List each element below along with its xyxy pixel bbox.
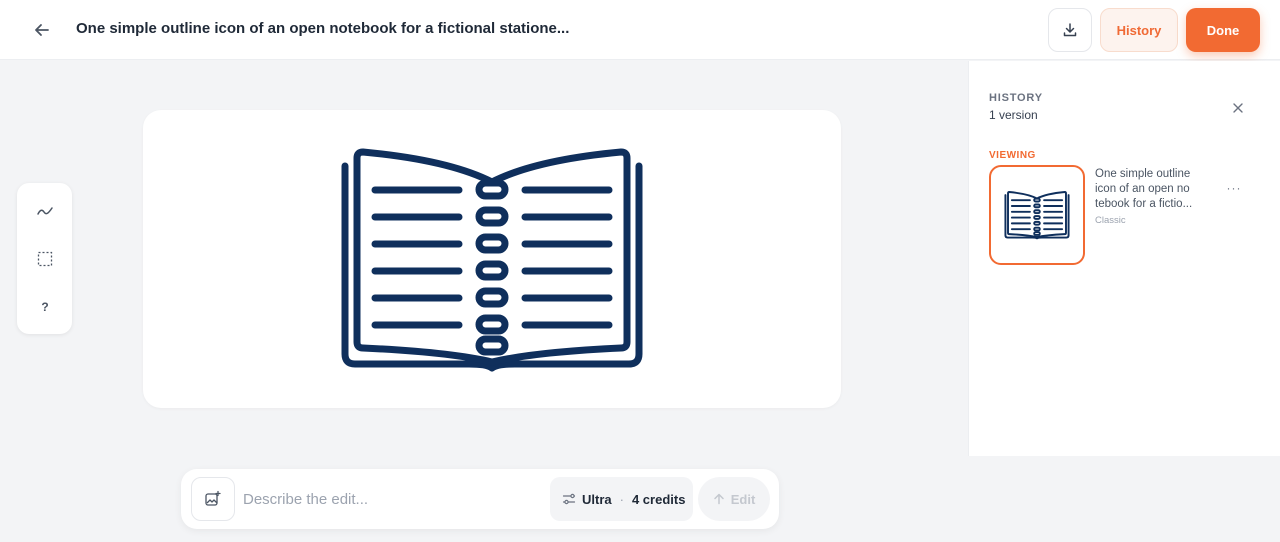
edit-prompt-bar: Ultra · 4 credits Edit [181,469,779,529]
history-button[interactable]: History [1100,8,1178,52]
version-thumbnail [989,165,1085,265]
credits-label: 4 credits [631,491,686,507]
close-history-button[interactable] [1227,97,1249,119]
download-button[interactable] [1048,8,1092,52]
canvas-toolbar: ? [17,183,72,334]
close-icon [1233,103,1243,113]
edit-submit-button[interactable]: Edit [698,477,770,521]
edit-label: Edit [730,491,756,507]
download-icon [1063,23,1077,37]
version-title: One simple outline icon of an open no te… [1095,168,1193,210]
arrow-left-icon [35,24,49,36]
select-tool-button[interactable] [30,244,60,274]
notebook-image [341,148,643,372]
version-more-button[interactable]: ··· [1225,181,1243,195]
edit-prompt-input[interactable] [243,487,543,511]
history-panel: HISTORY 1 version VIEWING One simple out… [968,61,1280,456]
more-horizontal-icon: ··· [1226,181,1242,195]
separator-dot: · [619,491,624,507]
back-button[interactable] [28,16,56,44]
history-heading: HISTORY [989,92,1043,104]
notebook-thumbnail-icon [1004,191,1070,240]
attach-image-button[interactable] [191,477,235,521]
canvas[interactable] [143,110,841,408]
version-style: Classic [1095,215,1126,226]
version-count: 1 version [989,108,1038,122]
page-title: One simple outline icon of an open noteb… [76,20,570,37]
image-add-icon [205,490,221,506]
model-name: Ultra [582,491,612,507]
help-button[interactable]: ? [30,292,60,322]
draw-tool-button[interactable] [30,196,60,226]
squiggle-icon [37,207,53,215]
top-bar: One simple outline icon of an open noteb… [0,0,1280,60]
version-item[interactable]: One simple outline icon of an open no te… [989,165,1269,267]
arrow-up-icon [713,493,724,505]
done-button[interactable]: Done [1186,8,1260,52]
viewing-label: VIEWING [989,150,1036,161]
sliders-icon [562,493,576,505]
dashed-square-icon [37,251,53,267]
question-icon: ? [41,300,49,314]
model-selector[interactable]: Ultra · 4 credits [550,477,693,521]
